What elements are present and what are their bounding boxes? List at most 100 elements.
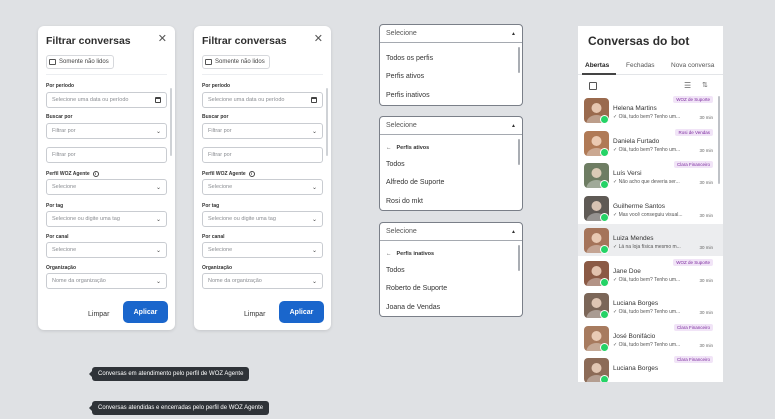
- apply-button[interactable]: Aplicar: [123, 301, 168, 323]
- dropdown-option[interactable]: Roberto de Suporte: [380, 280, 522, 299]
- whatsapp-icon: [600, 180, 609, 189]
- dropdown-option[interactable]: Todos: [380, 155, 522, 174]
- list-toolbar: ☰ ⇅: [578, 79, 723, 94]
- agent-badge: Rosi de Vendas: [675, 128, 713, 136]
- panel-scrollbar[interactable]: [326, 88, 328, 156]
- back-option[interactable]: ← Perfis inativos: [380, 247, 522, 261]
- conversation-row[interactable]: Clara Financeiro Luís Versi ✓ Não acho q…: [578, 159, 723, 191]
- profile-label: Perfil WOZ Agente i: [202, 171, 255, 177]
- profile-dropdown-active[interactable]: Selecione ▲ ← Perfis ativos Todos Alfredo…: [379, 116, 523, 211]
- clear-button[interactable]: Limpar: [88, 311, 109, 318]
- back-option[interactable]: ← Perfis ativos: [380, 141, 522, 155]
- dropdown-scrollbar[interactable]: [518, 139, 520, 165]
- message-time: 30 min: [699, 115, 713, 120]
- sort-icon[interactable]: ⇅: [702, 82, 708, 90]
- contact-name: Luiza Mendes: [613, 235, 654, 242]
- conversation-panel: Conversas do bot Abertas Fechadas Nova c…: [578, 26, 723, 382]
- panel-scrollbar[interactable]: [170, 88, 172, 156]
- search-input[interactable]: Filtrar por: [202, 147, 323, 163]
- org-select[interactable]: Nome da organização ⌄: [46, 273, 167, 289]
- message-preview: ✓ Olá, tudo bem? Tenho um...: [613, 309, 681, 315]
- tag-select[interactable]: Selecione ou digite uma tag ⌄: [46, 211, 167, 227]
- profile-dropdown[interactable]: Selecione ▲ Todos os perfis Perfis ativos…: [379, 24, 523, 106]
- profile-select-value: Selecione: [52, 184, 77, 190]
- period-input[interactable]: Selecione uma data ou período: [46, 92, 167, 108]
- close-icon[interactable]: ✕: [314, 34, 323, 45]
- dropdown-option[interactable]: Joana de Vendas: [380, 298, 522, 317]
- filter-icon[interactable]: ☰: [684, 82, 691, 90]
- dropdown-scrollbar[interactable]: [518, 245, 520, 271]
- dropdown-trigger[interactable]: Selecione ▲: [380, 25, 522, 43]
- dropdown-option[interactable]: Todos os perfis: [380, 49, 522, 68]
- dropdown-option[interactable]: Alfredo de Suporte: [380, 174, 522, 193]
- search-input[interactable]: Filtrar por: [46, 147, 167, 163]
- conversation-row[interactable]: WOZ de Suporte Helena Martins ✓ Olá, tud…: [578, 94, 723, 126]
- dropdown-options: ← Perfis ativos Todos Alfredo de Suporte R…: [380, 135, 522, 211]
- profile-select[interactable]: Selecione ⌄: [46, 179, 167, 195]
- unread-only-chip[interactable]: Somente não lidos: [46, 55, 114, 69]
- profile-dropdown-inactive[interactable]: Selecione ▲ ← Perfis inativos Todos Rober…: [379, 222, 523, 317]
- conversation-row[interactable]: Guilherme Santos ✓ Mas você conseguiu vi…: [578, 192, 723, 224]
- chevron-down-icon: ⌄: [155, 184, 161, 191]
- tab-abertas[interactable]: Abertas: [585, 62, 609, 69]
- select-all-checkbox[interactable]: [589, 82, 597, 90]
- chevron-down-icon: ⌄: [311, 184, 317, 191]
- clear-button[interactable]: Limpar: [244, 311, 265, 318]
- period-placeholder: Selecione uma data ou período: [208, 97, 285, 103]
- conversation-row[interactable]: Rosi de Vendas Daniela Furtado ✓ Olá, tu…: [578, 127, 723, 159]
- info-icon[interactable]: i: [92, 171, 99, 177]
- dropdown-scrollbar[interactable]: [518, 47, 520, 73]
- profile-label: Perfil WOZ Agente i: [46, 171, 99, 177]
- conversation-row[interactable]: Clara Financeiro José Bonifácio ✓ Olá, t…: [578, 322, 723, 354]
- tag-select-value: Selecione ou digite uma tag: [52, 216, 120, 222]
- profile-select[interactable]: Selecione ⌄: [202, 179, 323, 195]
- filter-panel: Filtrar conversas ✕ Somente não lidos Po…: [194, 26, 331, 330]
- dropdown-options: ← Perfis inativos Todos Roberto de Suport…: [380, 241, 522, 317]
- org-select[interactable]: Nome da organização ⌄: [202, 273, 323, 289]
- dropdown-option[interactable]: Perfis ativos: [380, 68, 522, 87]
- conversation-row[interactable]: Luiza Mendes ✓ Lá na loja física mesmo m…: [578, 224, 723, 256]
- caret-up-icon: ▲: [511, 228, 516, 235]
- conversation-tabs: Abertas Fechadas Nova conversa: [578, 59, 723, 75]
- divider: [46, 74, 167, 75]
- close-icon[interactable]: ✕: [158, 34, 167, 45]
- dropdown-trigger[interactable]: Selecione ▲: [380, 117, 522, 135]
- whatsapp-icon: [600, 212, 609, 222]
- message-preview: ✓ Olá, tudo bem? Tenho um...: [613, 146, 681, 153]
- dropdown-option[interactable]: Perfis inativos: [380, 86, 522, 105]
- message-preview: ✓ Olá, tudo bem? Tenho um...: [613, 341, 681, 348]
- org-label: Organização: [202, 265, 233, 271]
- message-preview: ✓ Olá, tudo bem? Tenho um...: [613, 114, 681, 120]
- tab-nova-conversa[interactable]: Nova conversa: [671, 62, 714, 69]
- apply-button[interactable]: Aplicar: [279, 301, 324, 323]
- tab-fechadas[interactable]: Fechadas: [626, 62, 655, 69]
- conversation-row[interactable]: Luciana Borges ✓ Olá, tudo bem? Tenho um…: [578, 289, 723, 321]
- chevron-down-icon: ⌄: [155, 128, 161, 135]
- message-time: 30 min: [699, 277, 713, 283]
- search-input-placeholder: Filtrar por: [208, 152, 232, 158]
- conversation-row[interactable]: WOZ de Suporte Jane Doe ✓ Olá, tudo bem?…: [578, 257, 723, 289]
- caret-up-icon: ▲: [511, 30, 516, 37]
- tooltip-closed-conversations: Conversas atendidas e encerradas pelo pe…: [88, 401, 270, 415]
- message-preview: ✓ Olá, tudo bem? Tenho um...: [613, 276, 681, 283]
- profile-label-text: Perfil WOZ Agente: [46, 171, 90, 177]
- dropdown-option[interactable]: Todos: [380, 261, 522, 280]
- tag-select[interactable]: Selecione ou digite uma tag ⌄: [202, 211, 323, 227]
- channel-select[interactable]: Selecione ⌄: [46, 242, 167, 258]
- conversation-row[interactable]: Clara Financeiro Luciana Borges: [578, 354, 723, 382]
- search-select[interactable]: Filtrar por ⌄: [202, 123, 323, 139]
- active-tab-indicator: [582, 73, 616, 75]
- channel-label: Por canal: [46, 234, 69, 240]
- whatsapp-icon: [600, 115, 609, 124]
- search-input-placeholder: Filtrar por: [52, 152, 76, 158]
- channel-select-value: Selecione: [52, 247, 77, 253]
- unread-only-chip[interactable]: Somente não lidos: [202, 55, 270, 69]
- dropdown-trigger[interactable]: Selecione ▲: [380, 223, 522, 241]
- dropdown-option[interactable]: Rosi do mkt: [380, 192, 522, 211]
- info-icon[interactable]: i: [248, 171, 255, 177]
- contact-name: Helena Martins: [613, 105, 657, 112]
- period-input[interactable]: Selecione uma data ou período: [202, 92, 323, 108]
- channel-select[interactable]: Selecione ⌄: [202, 242, 323, 258]
- search-select[interactable]: Filtrar por ⌄: [46, 123, 167, 139]
- tag-label: Por tag: [46, 203, 64, 209]
